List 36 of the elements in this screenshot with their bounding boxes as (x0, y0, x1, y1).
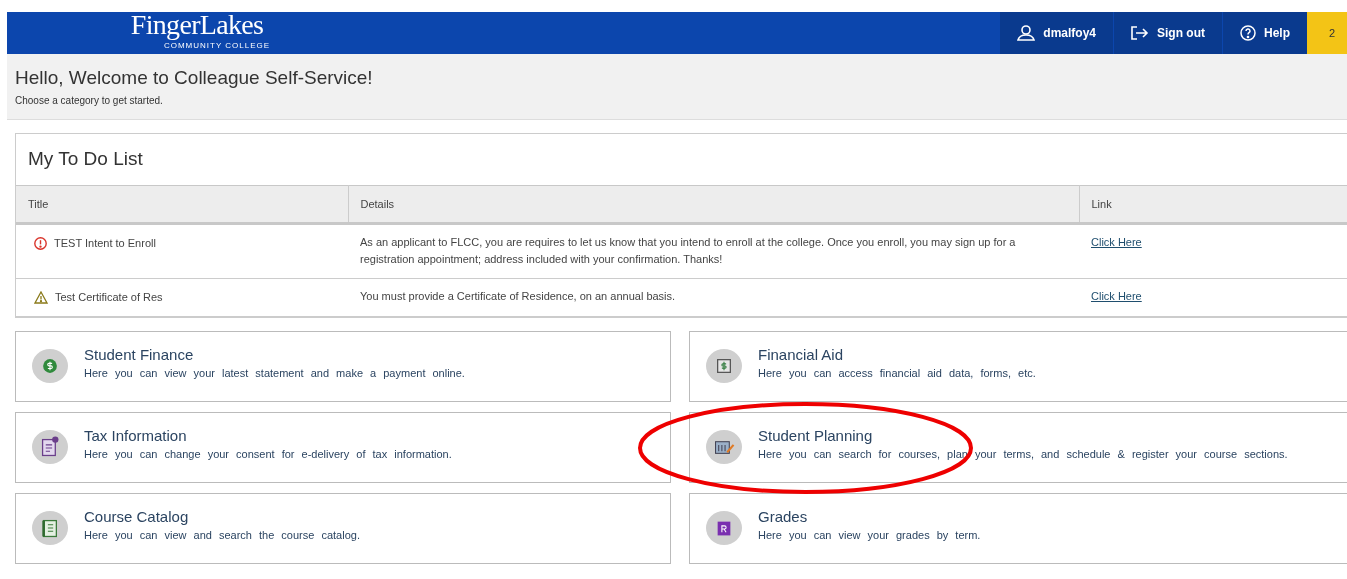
notification-badge[interactable]: 2 (1307, 12, 1347, 54)
welcome-title: Hello, Welcome to Colleague Self-Service! (15, 66, 374, 90)
logo-subtitle: COMMUNITY COLLEGE (162, 41, 271, 50)
tile-title: Student Planning (758, 425, 874, 446)
category-tile[interactable]: Student Planning Here you can search for courses, plan your terms, and schedule & register your course sections. (689, 411, 1347, 483)
user-link[interactable]: dmalfoy4 (1000, 12, 1114, 54)
category-tile[interactable]: Student Finance Here you can view your latest statement and make a payment online. (15, 330, 671, 402)
sign-out-link[interactable]: Sign out (1114, 12, 1223, 54)
todo-details: You must provide a Certificate of Residence, on an annual basis. (360, 289, 677, 304)
tile-description: Here you can search for courses, plan your terms, and schedule & register your course sections. (758, 446, 1288, 462)
category-tile[interactable]: Financial Aid Here you can access financial aid data, forms, etc. (689, 330, 1347, 402)
tile-description: Here you can view and search the course catalog. (84, 527, 360, 543)
todo-title-cell-text: Test Certificate of Res (55, 290, 163, 305)
tile-title: Student Finance (84, 344, 195, 365)
category-tile[interactable]: Course Catalog Here you can view and search the course catalog. (15, 492, 671, 564)
tile-description: Here you can view your latest statement and make a payment online. (84, 365, 465, 381)
help-link[interactable]: Help (1223, 12, 1307, 54)
todo-details: As an applicant to FLCC, you are requires to let us know that you intend to enroll at the college. Once you enroll, you may sign up for a registration appointment; address included with your confirmation. Thanks! (360, 235, 1017, 267)
click-here-link[interactable]: Click Here (1091, 290, 1142, 302)
tile-description: Here you can change your consent for e-delivery of tax information. (84, 446, 452, 462)
logo: FingerLakes (130, 9, 264, 41)
welcome-subtitle: Choose a category to get started. (15, 94, 164, 108)
category-tile[interactable]: Grades Here you can view your grades by term. (689, 492, 1347, 564)
tile-title: Financial Aid (758, 344, 845, 365)
column-header: Details (348, 185, 1079, 224)
column-header: Link (1079, 185, 1347, 224)
column-header: Title (16, 185, 348, 224)
todo-title: My To Do List (27, 147, 144, 172)
click-here-link[interactable]: Click Here (1091, 236, 1142, 248)
tile-title: Grades (758, 506, 809, 527)
tile-description: Here you can access financial aid data, forms, etc. (758, 365, 1036, 381)
todo-title-cell-text: TEST Intent to Enroll (54, 236, 156, 251)
tile-title: Tax Information (84, 425, 188, 446)
tile-description: Here you can view your grades by term. (758, 527, 981, 543)
category-tile[interactable]: Tax Information Here you can change your consent for e-delivery of tax information. (15, 411, 671, 483)
tile-title: Course Catalog (84, 506, 190, 527)
